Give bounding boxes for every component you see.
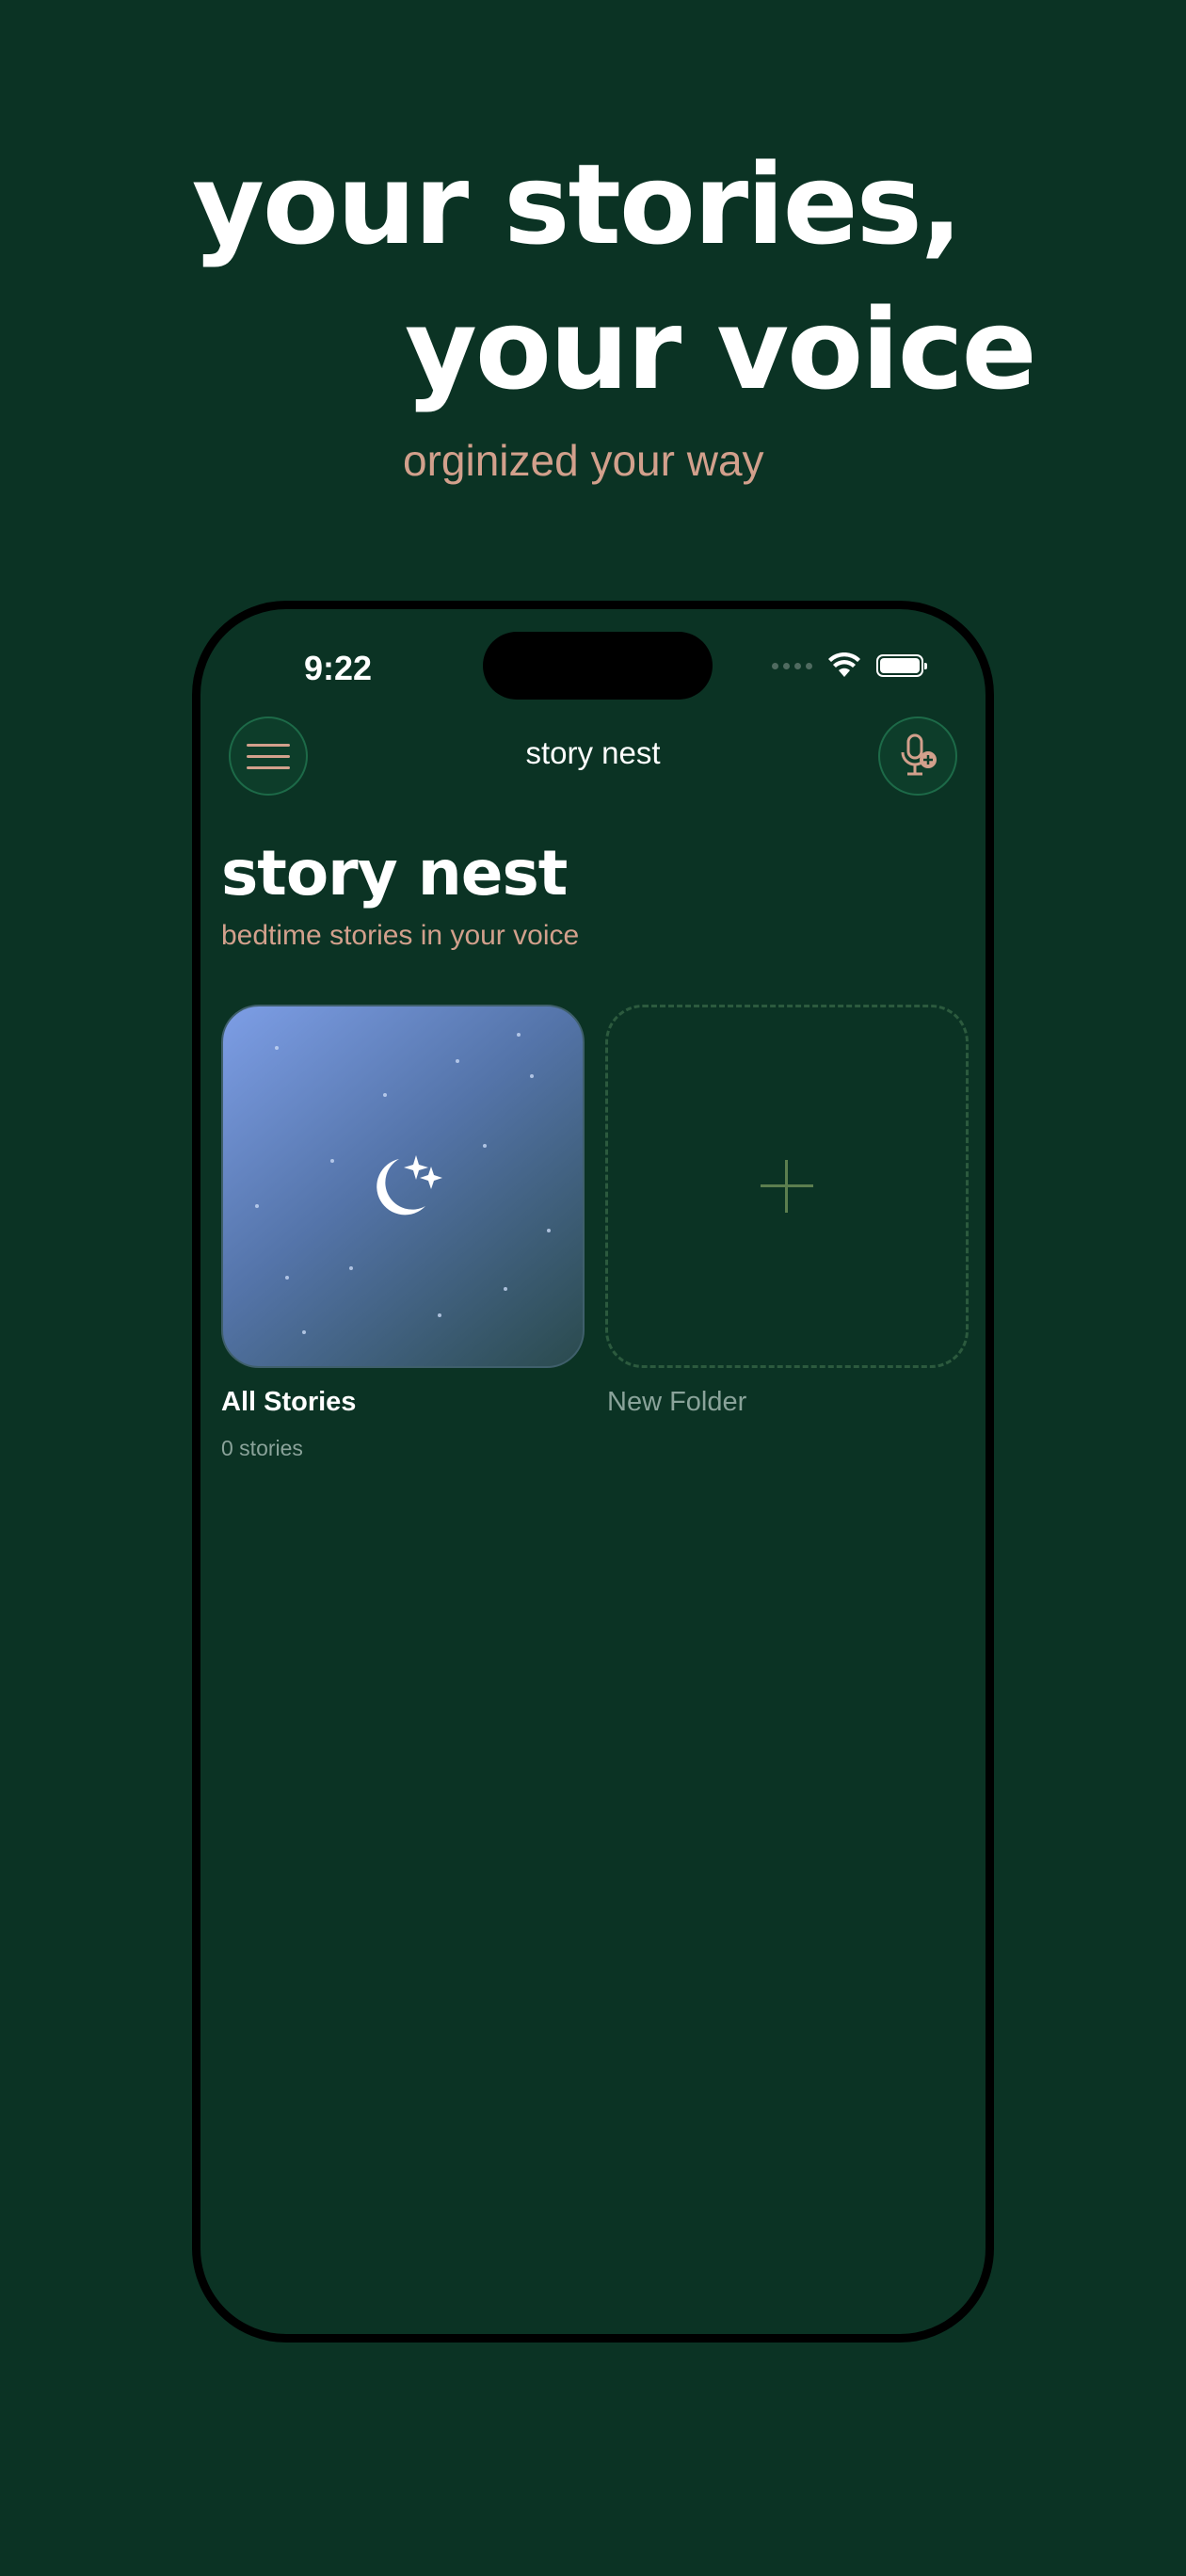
plus-icon	[761, 1160, 813, 1213]
status-icons	[772, 652, 927, 679]
page-subtitle: bedtime stories in your voice	[221, 920, 580, 951]
page-title: story nest	[221, 837, 568, 910]
mic-add-icon	[901, 733, 937, 776]
folder-count-all-stories: 0 stories	[221, 1436, 303, 1460]
folder-label-new-folder: New Folder	[607, 1387, 747, 1417]
wifi-icon	[828, 652, 860, 677]
tagline: orginized your way	[403, 436, 764, 485]
folder-card-all-stories[interactable]	[221, 1005, 585, 1368]
record-button[interactable]	[878, 716, 957, 796]
battery-icon	[876, 654, 927, 677]
nav-title: story nest	[525, 735, 661, 770]
headline-line-2: your voice	[405, 284, 1037, 414]
headline-line-1: your stories,	[192, 139, 963, 269]
dynamic-island	[483, 632, 713, 700]
moon-stars-icon	[377, 1155, 442, 1216]
status-time: 9:22	[304, 649, 373, 687]
signal-icon	[772, 662, 812, 669]
folder-label-all-stories: All Stories	[221, 1387, 357, 1417]
new-folder-card[interactable]	[605, 1005, 969, 1368]
phone-frame: 9:22 story nest story nest bedtime stori…	[192, 601, 994, 2343]
